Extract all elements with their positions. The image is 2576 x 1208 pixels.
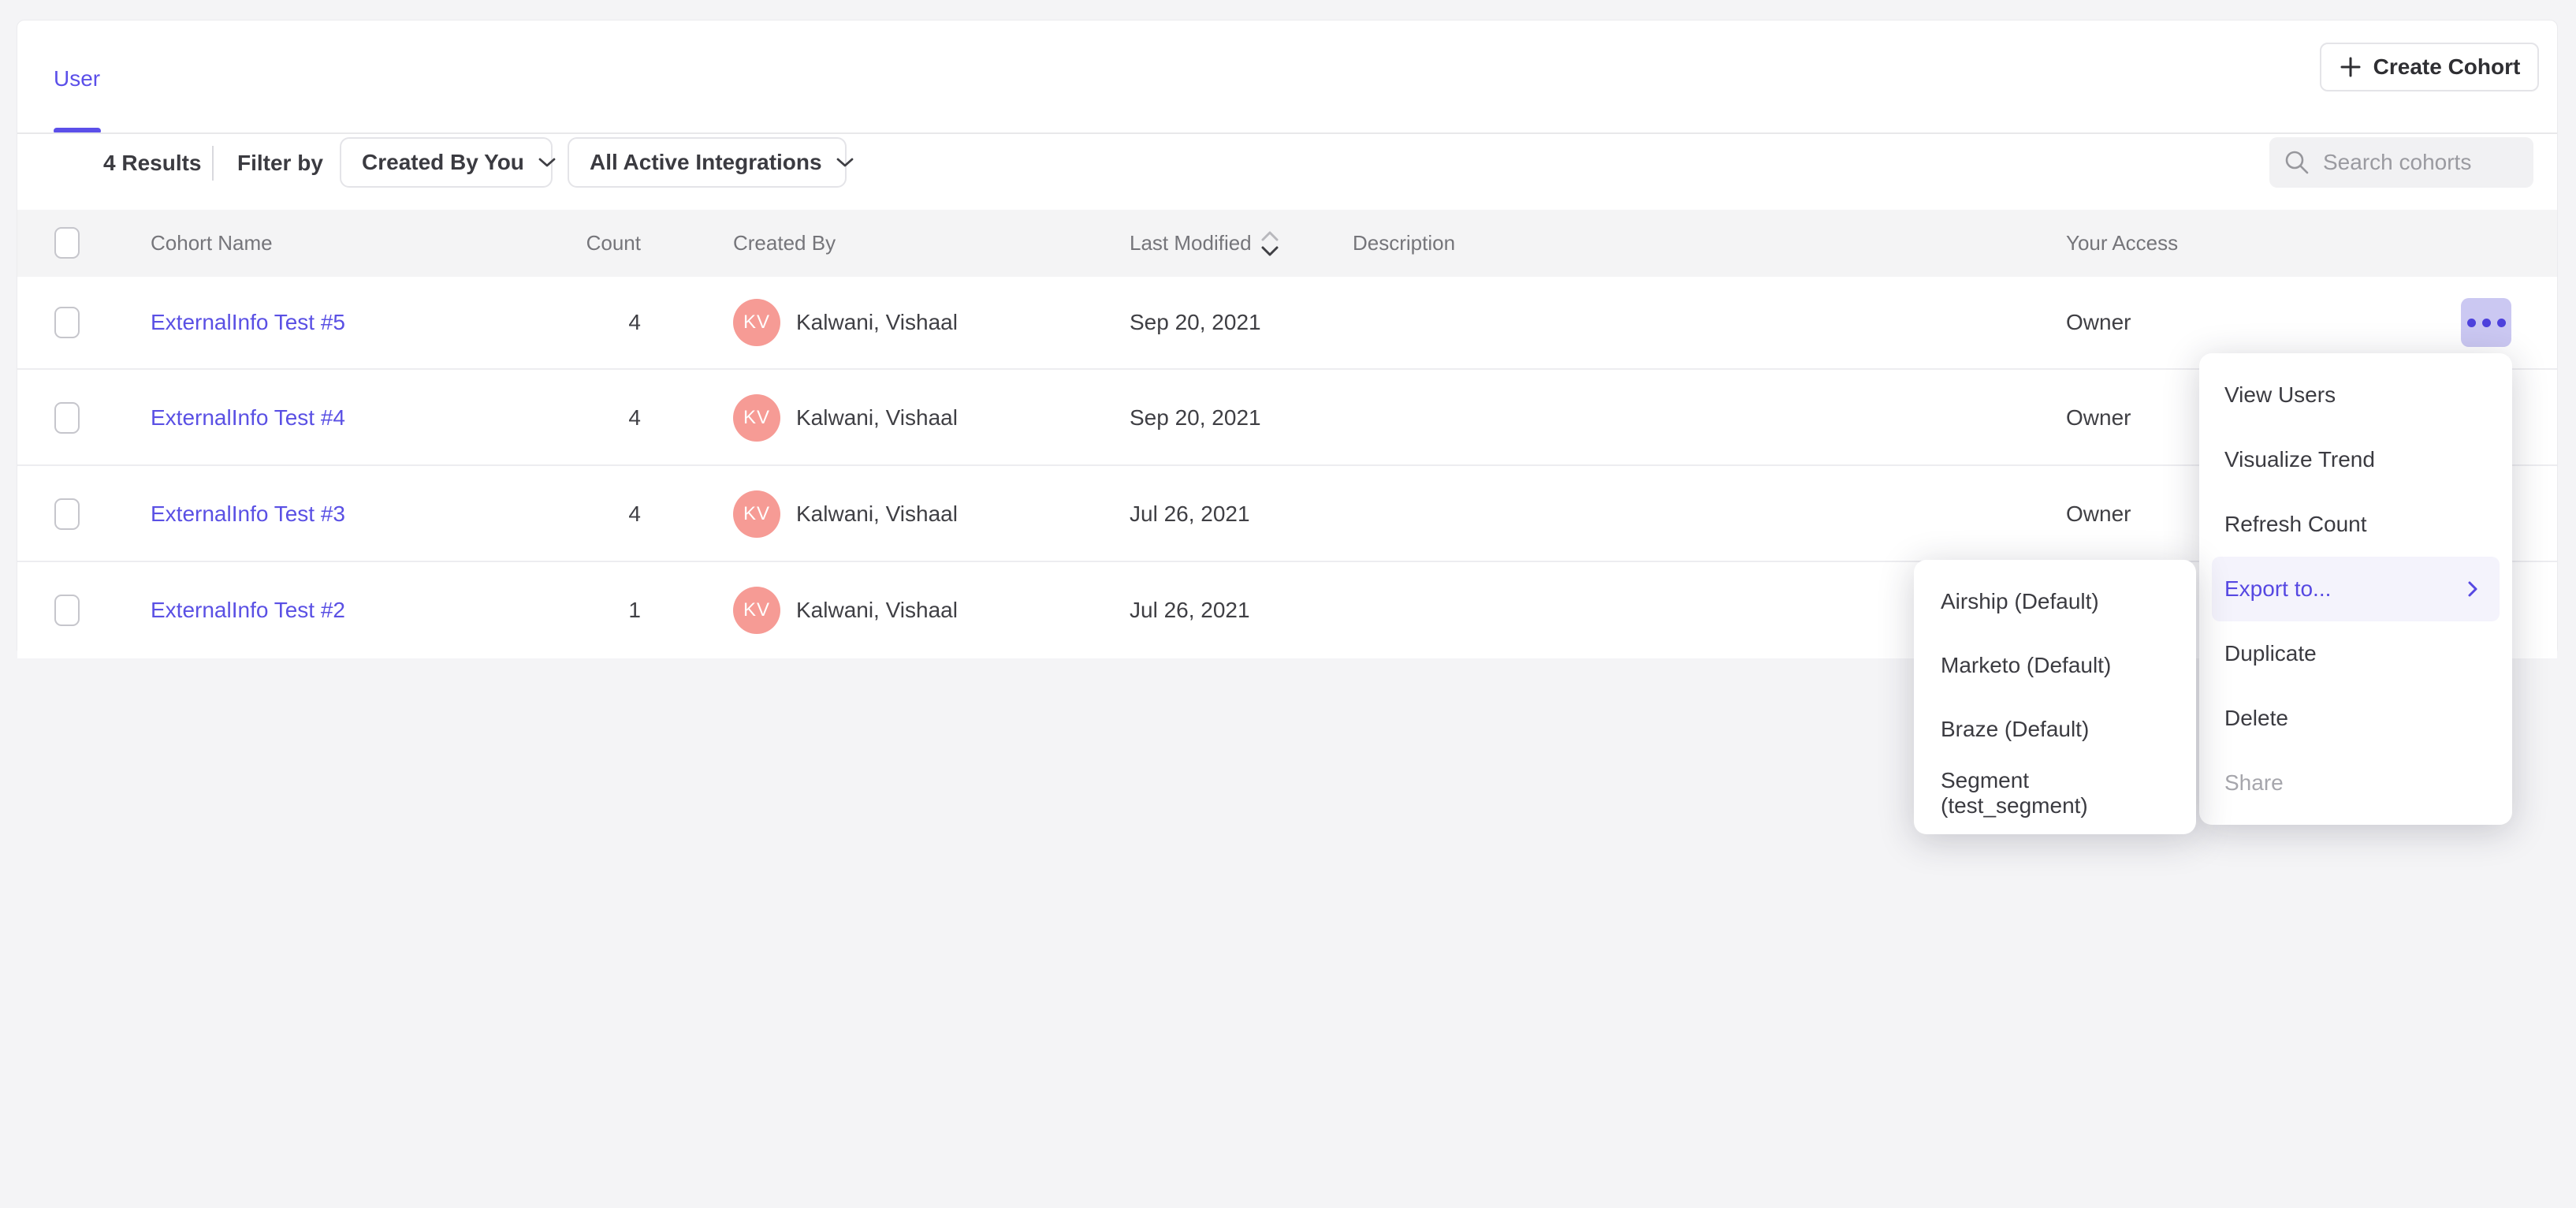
- integrations-filter-label: All Active Integrations: [590, 150, 822, 175]
- select-all-checkbox[interactable]: [54, 227, 80, 259]
- cohort-name-link[interactable]: ExternalInfo Test #3: [151, 466, 345, 562]
- table-row: ExternalInfo Test #4 4 KV Kalwani, Visha…: [17, 368, 2557, 466]
- access-value: Owner: [2066, 466, 2131, 562]
- menu-item-duplicate[interactable]: Duplicate: [2199, 621, 2512, 686]
- table-row: ExternalInfo Test #5 4 KV Kalwani, Visha…: [17, 277, 2557, 368]
- table-row: ExternalInfo Test #3 4 KV Kalwani, Visha…: [17, 464, 2557, 562]
- column-header-description[interactable]: Description: [1353, 210, 1455, 277]
- last-modified-date: Jul 26, 2021: [1130, 562, 1250, 658]
- created-by-name: Kalwani, Vishaal: [796, 598, 958, 623]
- sort-icon: [1260, 229, 1280, 258]
- menu-item-export-to[interactable]: Export to...: [2212, 557, 2500, 621]
- column-header-count[interactable]: Count: [523, 210, 641, 277]
- row-checkbox[interactable]: [54, 307, 80, 338]
- search-input[interactable]: [2321, 149, 2519, 176]
- created-by-filter-dropdown[interactable]: Created By You: [340, 137, 553, 188]
- menu-item-delete[interactable]: Delete: [2199, 686, 2512, 751]
- ellipsis-icon: [2467, 319, 2506, 327]
- filter-by-label: Filter by: [237, 114, 323, 212]
- export-to-label: Export to...: [2224, 576, 2331, 602]
- access-value: Owner: [2066, 370, 2131, 466]
- avatar: KV: [733, 394, 780, 442]
- created-by-name: Kalwani, Vishaal: [796, 310, 958, 335]
- menu-item-view-users[interactable]: View Users: [2199, 363, 2512, 427]
- search-box[interactable]: [2269, 137, 2533, 188]
- submenu-item-segment[interactable]: Segment (test_segment): [1914, 761, 2196, 825]
- create-cohort-button[interactable]: Create Cohort: [2320, 43, 2539, 91]
- toolbar: 4 Results Filter by Created By You All A…: [17, 114, 2557, 212]
- toolbar-divider: [212, 146, 214, 181]
- cohorts-page: User Create Cohort 4 Results Filter by C…: [0, 0, 2576, 1208]
- results-count: 4 Results: [103, 114, 202, 212]
- cohort-name-link[interactable]: ExternalInfo Test #5: [151, 277, 345, 368]
- menu-item-refresh-count[interactable]: Refresh Count: [2199, 492, 2512, 557]
- submenu-item-airship[interactable]: Airship (Default): [1914, 569, 2196, 633]
- submenu-item-braze[interactable]: Braze (Default): [1914, 697, 2196, 761]
- row-actions-button[interactable]: [2461, 298, 2511, 347]
- row-actions-menu: View Users Visualize Trend Refresh Count…: [2199, 353, 2512, 825]
- avatar: KV: [733, 299, 780, 346]
- cohort-count: 4: [523, 466, 641, 562]
- create-cohort-label: Create Cohort: [2373, 54, 2521, 80]
- access-value: Owner: [2066, 277, 2131, 368]
- column-header-cohort-name[interactable]: Cohort Name: [151, 210, 273, 277]
- last-modified-date: Sep 20, 2021: [1130, 277, 1261, 368]
- integrations-filter-dropdown[interactable]: All Active Integrations: [568, 137, 847, 188]
- row-checkbox[interactable]: [54, 595, 80, 626]
- created-by-name: Kalwani, Vishaal: [796, 405, 958, 431]
- avatar: KV: [733, 490, 780, 538]
- search-icon: [2284, 149, 2310, 176]
- column-header-created-by[interactable]: Created By: [733, 210, 836, 277]
- last-modified-date: Sep 20, 2021: [1130, 370, 1261, 466]
- chevron-down-icon: [836, 157, 854, 168]
- export-submenu: Airship (Default) Marketo (Default) Braz…: [1914, 560, 2196, 834]
- table-header: Cohort Name Count Created By Last Modifi…: [17, 210, 2557, 277]
- cohort-name-link[interactable]: ExternalInfo Test #4: [151, 370, 345, 466]
- last-modified-date: Jul 26, 2021: [1130, 466, 1250, 562]
- submenu-item-marketo[interactable]: Marketo (Default): [1914, 633, 2196, 697]
- column-header-last-modified[interactable]: Last Modified: [1130, 210, 1280, 277]
- row-checkbox[interactable]: [54, 402, 80, 434]
- created-by-name: Kalwani, Vishaal: [796, 501, 958, 527]
- avatar: KV: [733, 587, 780, 634]
- column-header-your-access[interactable]: Your Access: [2066, 210, 2178, 277]
- menu-item-visualize-trend[interactable]: Visualize Trend: [2199, 427, 2512, 492]
- chevron-right-icon: [2466, 580, 2479, 598]
- plus-icon: [2339, 55, 2362, 79]
- row-checkbox[interactable]: [54, 498, 80, 530]
- cohort-count: 1: [523, 562, 641, 658]
- cohort-count: 4: [523, 370, 641, 466]
- cohort-name-link[interactable]: ExternalInfo Test #2: [151, 562, 345, 658]
- tab-user[interactable]: User: [54, 66, 100, 91]
- created-by-filter-label: Created By You: [362, 150, 524, 175]
- menu-item-share: Share: [2199, 751, 2512, 815]
- cohort-count: 4: [523, 277, 641, 368]
- chevron-down-icon: [538, 157, 556, 168]
